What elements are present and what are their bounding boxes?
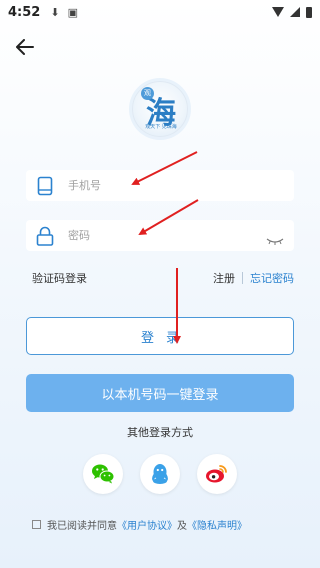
- agreement-prefix: 我已阅读并同意: [47, 520, 117, 532]
- logo-badge: 观: [141, 87, 154, 100]
- lock-icon: [36, 226, 54, 246]
- status-bar: 4:52 ⬇ ▣: [0, 0, 320, 24]
- arrow-left-icon: [16, 39, 34, 55]
- login-button[interactable]: 登录: [26, 317, 294, 355]
- user-agreement-link[interactable]: 《用户协议》: [117, 517, 177, 532]
- agreement-checkbox[interactable]: [32, 519, 41, 529]
- agreement-row: 我已阅读并同意 《用户协议》 及 《隐私声明》: [32, 516, 302, 532]
- agreement-and: 及: [177, 520, 187, 532]
- one-key-login-button[interactable]: 以本机号码一键登录: [26, 374, 294, 412]
- link-right-group: 注册 忘记密码: [213, 270, 294, 286]
- download-icon: ⬇: [50, 5, 60, 19]
- login-links-row: 验证码登录 注册 忘记密码: [32, 270, 294, 286]
- password-field[interactable]: [26, 220, 294, 251]
- app-logo: 海 观 观天下 见珠海: [132, 81, 188, 137]
- status-time: 4:52: [8, 4, 41, 20]
- wifi-icon: [272, 7, 284, 17]
- battery-icon: [306, 6, 312, 18]
- phone-input[interactable]: [68, 179, 294, 192]
- password-input[interactable]: [68, 229, 266, 242]
- notification-icon: ▣: [67, 5, 78, 19]
- qq-icon: [152, 464, 168, 484]
- weibo-login-button[interactable]: [197, 454, 237, 494]
- eye-closed-icon[interactable]: [266, 231, 284, 245]
- forgot-password-link[interactable]: 忘记密码: [250, 270, 294, 286]
- phone-icon: [36, 176, 54, 196]
- phone-field[interactable]: [26, 170, 294, 201]
- logo-subtitle: 观天下 见珠海: [145, 124, 177, 130]
- other-login-title: 其他登录方式: [127, 426, 193, 439]
- back-button[interactable]: [14, 36, 36, 58]
- privacy-policy-link[interactable]: 《隐私声明》: [187, 517, 247, 532]
- qq-login-button[interactable]: [140, 454, 180, 494]
- weibo-icon: [206, 465, 227, 483]
- status-right: [272, 6, 312, 18]
- signal-icon: [290, 7, 300, 17]
- wechat-login-button[interactable]: [83, 454, 123, 494]
- wechat-icon: [92, 464, 115, 484]
- code-login-link[interactable]: 验证码登录: [32, 270, 87, 286]
- link-divider: [242, 272, 243, 284]
- register-link[interactable]: 注册: [213, 270, 235, 286]
